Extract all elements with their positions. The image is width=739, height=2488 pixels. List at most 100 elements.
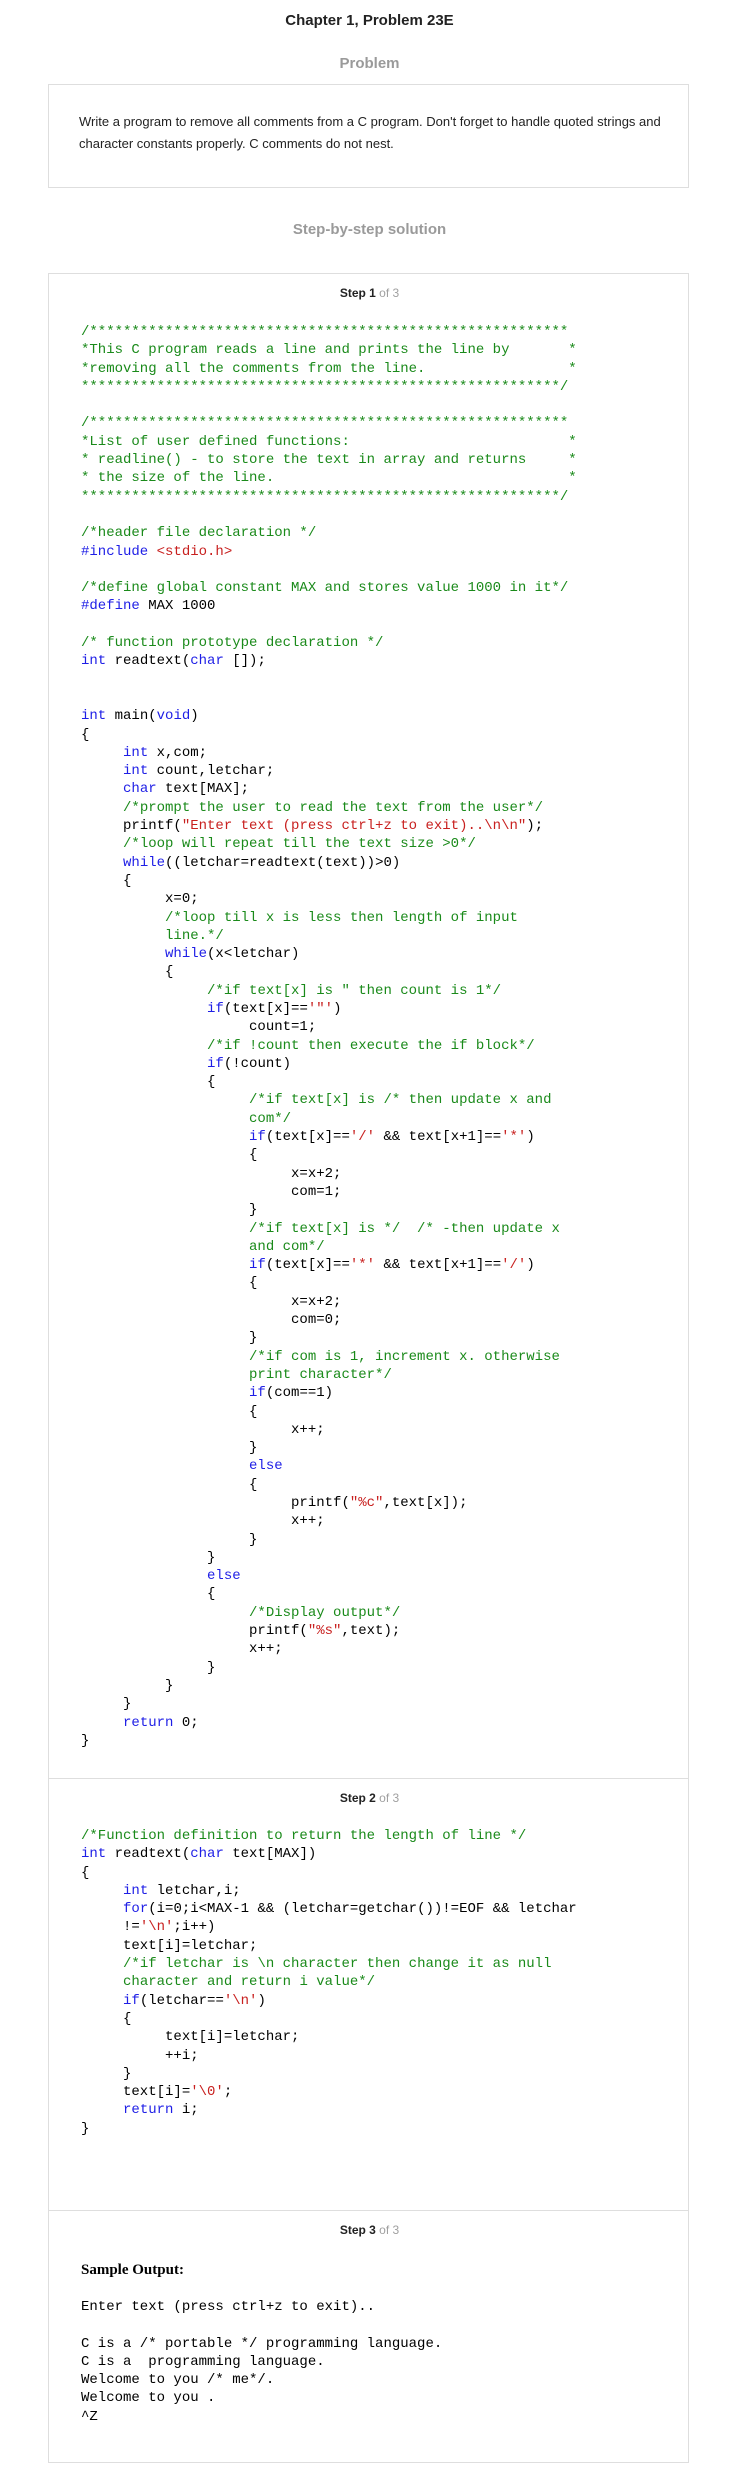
code-line: character and return i value*/ xyxy=(123,1974,376,1991)
code-line: ****************************************… xyxy=(81,378,569,395)
code-line: return i; xyxy=(123,2102,199,2119)
code-line: { xyxy=(81,1586,216,1603)
code-line: printf("Enter text (press ctrl+z to exit… xyxy=(81,818,544,835)
code-line: while(x<letchar) xyxy=(165,946,300,963)
code-line: } xyxy=(81,1330,258,1347)
code-line: } xyxy=(81,1732,90,1749)
code-line: !='\n';i++) xyxy=(81,1919,216,1936)
code-line: return 0; xyxy=(123,1714,199,1731)
code-line: } xyxy=(81,1696,132,1713)
code-line: printf("%c",text[x]); xyxy=(81,1495,468,1511)
code-line: and com*/ xyxy=(249,1238,325,1255)
code-line: if(text[x]=='/' && text[x+1]=='*') xyxy=(249,1129,535,1146)
code-line: ****************************************… xyxy=(81,488,569,505)
output-line: C is a programming language. xyxy=(81,2353,325,2370)
code-line: else xyxy=(249,1458,283,1475)
code-line: } xyxy=(81,1677,174,1694)
code-line: text[i]=letchar; xyxy=(81,1937,258,1954)
code-line: if(letchar=='\n') xyxy=(123,1992,266,2009)
sample-output: Enter text (press ctrl+z to exit).. C is… xyxy=(81,2298,442,2426)
code-line: /*define global constant MAX and stores … xyxy=(81,580,569,597)
code-line: else xyxy=(207,1568,241,1585)
step-1-count: of 3 xyxy=(375,286,400,300)
output-line: Welcome to you /* me*/. xyxy=(81,2372,275,2389)
code-line: { xyxy=(81,1864,90,1881)
code-line: { xyxy=(81,1476,258,1493)
code-line: } xyxy=(81,1531,258,1548)
problem-heading: Problem xyxy=(339,55,400,72)
step-divider xyxy=(48,2210,689,2211)
step-1-code: /***************************************… xyxy=(81,323,577,1750)
step-2-count: of 3 xyxy=(375,1791,400,1805)
code-line: /***************************************… xyxy=(81,415,569,432)
code-line: com=1; xyxy=(81,1183,342,1200)
code-line: x++; xyxy=(81,1641,283,1658)
code-line: if(!count) xyxy=(207,1055,292,1072)
sample-output-heading: Sample Output: xyxy=(81,2262,184,2278)
code-line: for(i=0;i<MAX-1 && (letchar=getchar())!=… xyxy=(123,1901,577,1918)
step-divider xyxy=(48,1778,689,1779)
code-line: int x,com; xyxy=(123,744,208,761)
code-line: int readtext(char text[MAX]) xyxy=(81,1846,317,1863)
code-line: com*/ xyxy=(249,1110,292,1127)
output-line: C is a /* portable */ programming langua… xyxy=(81,2335,443,2352)
output-line: ^Z xyxy=(81,2408,98,2425)
code-line: { xyxy=(81,726,90,743)
code-line: } xyxy=(81,1202,258,1219)
code-line: } xyxy=(81,1549,216,1566)
code-line: x=0; xyxy=(81,891,199,908)
step-2-header: Step 2 of 3 xyxy=(0,1791,739,1805)
code-line: x=x+2; xyxy=(81,1165,342,1182)
output-line: Welcome to you . xyxy=(81,2390,216,2407)
code-line: { xyxy=(81,872,132,889)
code-line: } xyxy=(81,2065,132,2082)
code-line: * the size of the line. * xyxy=(81,470,577,487)
code-line: #define MAX 1000 xyxy=(81,598,216,615)
code-line: #include <stdio.h> xyxy=(81,543,233,560)
code-line: { xyxy=(81,964,174,981)
code-line: { xyxy=(81,1403,258,1420)
code-line: int count,letchar; xyxy=(123,763,275,780)
code-line: * readline() - to store the text in arra… xyxy=(81,452,577,469)
code-line: /*if letchar is \n character then change… xyxy=(123,1956,552,1973)
code-line: *List of user defined functions: * xyxy=(81,433,577,450)
code-line: printf("%s",text); xyxy=(81,1623,401,1640)
step-2-label: Step 2 xyxy=(339,1791,376,1805)
step-3-header: Step 3 of 3 xyxy=(0,2223,739,2237)
code-line: /*loop will repeat till the text size >0… xyxy=(123,836,476,853)
step-3-count: of 3 xyxy=(375,2223,400,2237)
code-line: x++; xyxy=(81,1513,325,1530)
code-line: /*if !count then execute the if block*/ xyxy=(207,1037,535,1054)
code-line: /*header file declaration */ xyxy=(81,525,317,542)
code-line: } xyxy=(81,1659,216,1676)
code-line: if(com==1) xyxy=(249,1385,334,1402)
code-line: { xyxy=(81,1147,258,1164)
solution-heading: Step-by-step solution xyxy=(292,221,447,238)
problem-statement: Write a program to remove all comments f… xyxy=(79,114,661,151)
code-line: /*Display output*/ xyxy=(249,1604,401,1621)
code-line: *This C program reads a line and prints … xyxy=(81,342,577,359)
code-line: } xyxy=(81,2120,90,2137)
step-2-code: /*Function definition to return the leng… xyxy=(81,1827,577,2138)
code-line: /***************************************… xyxy=(81,324,569,340)
code-line: ++i; xyxy=(81,2047,199,2064)
code-line: x++; xyxy=(81,1421,325,1438)
code-line: /*if com is 1, increment x. otherwise xyxy=(249,1348,560,1365)
code-line: { xyxy=(81,1074,216,1091)
code-line: int letchar,i; xyxy=(123,1882,241,1899)
code-line: /*if text[x] is /* then update x and xyxy=(249,1092,552,1109)
code-line: text[i]=letchar; xyxy=(81,2029,300,2046)
code-line: /* function prototype declaration */ xyxy=(81,635,384,652)
code-line: /*if text[x] is " then count is 1*/ xyxy=(207,982,502,999)
code-line: /*Function definition to return the leng… xyxy=(81,1828,527,1844)
code-line: /*if text[x] is */ /* -then update x xyxy=(249,1220,560,1237)
code-line: { xyxy=(81,2010,132,2027)
step-1-label: Step 1 xyxy=(339,286,376,300)
problem-card: Write a program to remove all comments f… xyxy=(48,84,689,188)
step-1-header: Step 1 of 3 xyxy=(0,286,739,300)
code-line: if(text[x]=='"') xyxy=(207,1000,342,1017)
code-line: int readtext(char []); xyxy=(81,653,266,670)
step-3-label: Step 3 xyxy=(339,2223,376,2237)
code-line: x=x+2; xyxy=(81,1293,342,1310)
code-line: int main(void) xyxy=(81,708,199,725)
